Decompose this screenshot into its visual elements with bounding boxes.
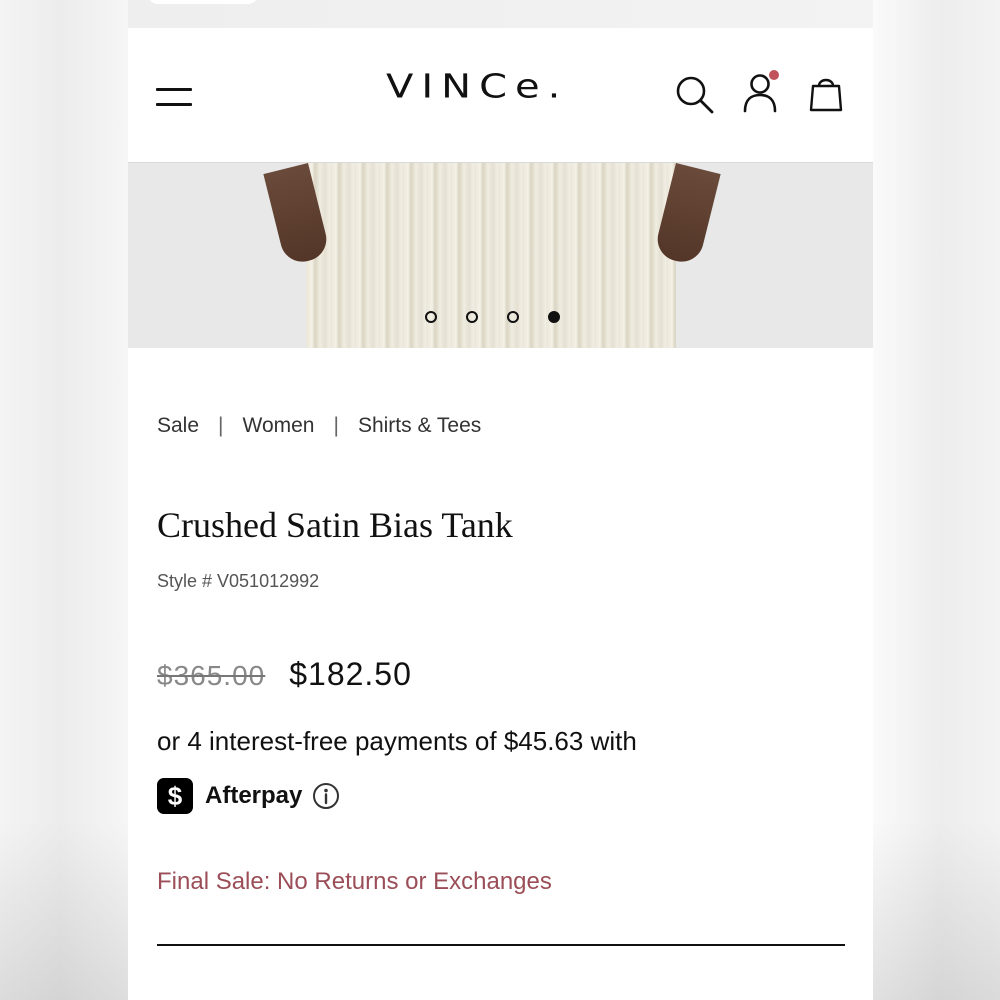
search-icon[interactable] bbox=[674, 74, 716, 116]
site-header: VINCe. bbox=[128, 28, 873, 163]
section-divider bbox=[157, 944, 845, 946]
status-bar bbox=[128, 0, 873, 28]
breadcrumb-separator: | bbox=[333, 414, 339, 437]
style-number: Style # V051012992 bbox=[157, 571, 320, 591]
product-title: Crushed Satin Bias Tank bbox=[157, 505, 513, 545]
user-account-icon[interactable] bbox=[740, 68, 784, 114]
carousel-dots bbox=[425, 311, 560, 323]
carousel-dot-2[interactable] bbox=[466, 311, 478, 323]
product-image-carousel[interactable] bbox=[128, 163, 873, 348]
afterpay-logo-icon: $ bbox=[157, 778, 193, 814]
brand-logo[interactable]: VINCe. bbox=[386, 68, 568, 106]
breadcrumb-shirts-tees[interactable]: Shirts & Tees bbox=[358, 414, 481, 438]
installments-text: or 4 interest-free payments of $45.63 wi… bbox=[157, 726, 637, 756]
original-price: $365.00 bbox=[157, 660, 266, 691]
price-row: $365.00 $182.50 bbox=[157, 656, 412, 693]
afterpay-label: Afterpay bbox=[205, 782, 303, 809]
carousel-dot-3[interactable] bbox=[507, 311, 519, 323]
breadcrumb-sale[interactable]: Sale bbox=[157, 414, 199, 438]
breadcrumb: Sale | Women | Shirts & Tees bbox=[157, 414, 481, 438]
sale-price: $182.50 bbox=[289, 656, 412, 692]
hamburger-menu-icon[interactable] bbox=[156, 88, 194, 110]
carousel-dot-1[interactable] bbox=[425, 311, 437, 323]
breadcrumb-separator: | bbox=[218, 414, 224, 437]
notification-dot bbox=[769, 70, 779, 80]
carousel-dot-4-active[interactable] bbox=[548, 311, 560, 323]
shopping-bag-icon[interactable] bbox=[808, 72, 844, 114]
product-page: VINCe. Sale | Women | Shirts & Tees Crus… bbox=[128, 0, 873, 1000]
final-sale-notice: Final Sale: No Returns or Exchanges bbox=[157, 868, 552, 895]
info-icon[interactable] bbox=[312, 782, 340, 810]
status-pill bbox=[148, 0, 258, 4]
afterpay-row: $ Afterpay bbox=[157, 778, 340, 814]
breadcrumb-women[interactable]: Women bbox=[243, 414, 315, 438]
